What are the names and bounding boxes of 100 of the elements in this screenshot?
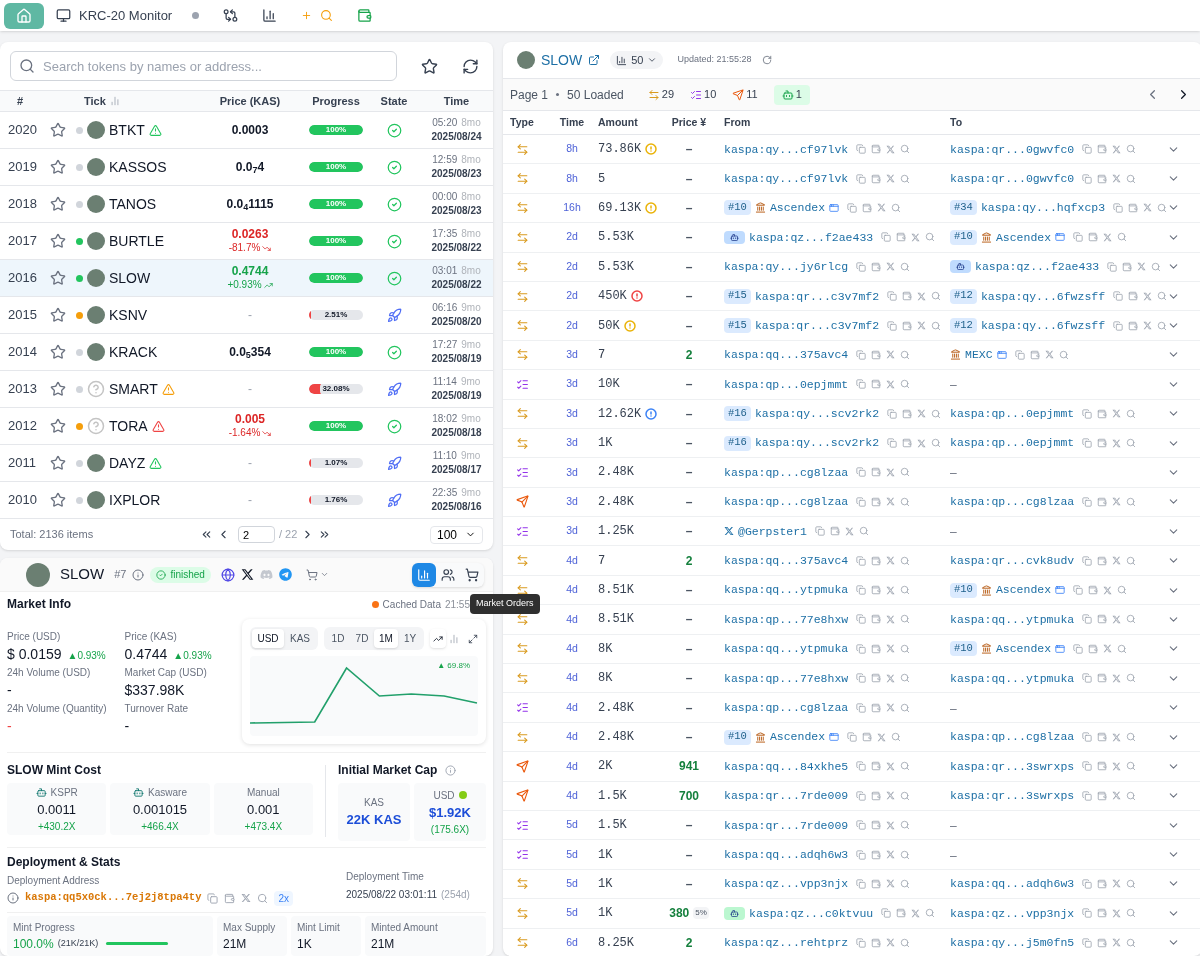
- twitter-link[interactable]: @Gerpster1: [738, 522, 807, 540]
- search-icon[interactable]: [1157, 291, 1168, 302]
- segment-tab[interactable]: 1M: [374, 629, 398, 649]
- search-icon[interactable]: [900, 849, 911, 860]
- search-icon[interactable]: [900, 555, 911, 566]
- address-link[interactable]: kaspa:qy...scv2rk2: [754, 434, 880, 452]
- exchange-link[interactable]: Ascendex: [769, 199, 826, 217]
- copy-icon[interactable]: [1082, 438, 1093, 449]
- search-icon[interactable]: [1126, 496, 1137, 507]
- wallet-icon[interactable]: [902, 408, 913, 419]
- copy-icon[interactable]: [856, 937, 867, 948]
- address-link[interactable]: kaspa:qp...cg8lzaa: [724, 699, 849, 717]
- info-icon[interactable]: [132, 568, 145, 581]
- search-icon[interactable]: [257, 892, 269, 904]
- favorite-star-icon[interactable]: [50, 418, 66, 434]
- wallet-icon[interactable]: [871, 261, 882, 272]
- search-icon[interactable]: [900, 173, 911, 184]
- segment-tab[interactable]: USD: [252, 629, 284, 649]
- copy-icon[interactable]: [1073, 585, 1084, 596]
- address-link[interactable]: kaspa:qr...c3v7mf2: [754, 287, 880, 305]
- copy-icon[interactable]: [1082, 496, 1093, 507]
- exchange-link[interactable]: MEXC: [965, 346, 993, 364]
- copy-icon[interactable]: [1014, 349, 1025, 360]
- address-link[interactable]: kaspa:qq...ytpmuka: [950, 610, 1075, 629]
- copy-icon[interactable]: [856, 761, 867, 772]
- address-link[interactable]: kaspa:qp...77e8hxw: [724, 669, 849, 687]
- page-size-select[interactable]: 100: [429, 525, 483, 544]
- exchange-link[interactable]: Ascendex: [995, 581, 1052, 599]
- wallet-icon[interactable]: [871, 761, 882, 772]
- token-row[interactable]: 2020 BTKT 0.0003 100% 05:20 8mo 2025/08/24: [0, 112, 493, 149]
- wallet-icon[interactable]: [896, 232, 907, 243]
- search-icon[interactable]: [900, 761, 911, 772]
- address-link[interactable]: kaspa:qr...3swrxps: [950, 787, 1075, 805]
- wallet-icon[interactable]: [1088, 643, 1099, 654]
- copy-icon[interactable]: [1073, 232, 1084, 243]
- copy-icon[interactable]: [847, 732, 858, 742]
- copy-icon[interactable]: [207, 892, 219, 904]
- wallet-icon[interactable]: [871, 144, 882, 155]
- window-icon[interactable]: [829, 202, 840, 213]
- address-link[interactable]: kaspa:qz...vpp3njx: [724, 875, 849, 893]
- wallet-icon[interactable]: [896, 908, 907, 919]
- copy-icon[interactable]: [1113, 202, 1124, 213]
- wallet-icon[interactable]: [871, 173, 882, 184]
- wallet-icon[interactable]: [1097, 937, 1108, 948]
- wallet-icon[interactable]: [871, 643, 882, 654]
- wallet-icon[interactable]: [1097, 732, 1108, 742]
- address-link[interactable]: kaspa:qr...0gwvfc0: [950, 169, 1075, 188]
- copy-icon[interactable]: [1082, 614, 1093, 625]
- search-icon[interactable]: [1126, 878, 1137, 889]
- address-link[interactable]: kaspa:qr...7rde009: [724, 816, 849, 834]
- search-icon[interactable]: [900, 643, 911, 654]
- search-icon[interactable]: [1126, 614, 1137, 625]
- wallet-icon[interactable]: [1029, 349, 1040, 360]
- favorite-star-icon[interactable]: [50, 455, 66, 471]
- type-count-chip[interactable]: 10: [690, 86, 717, 103]
- address-link[interactable]: kaspa:qp...0epjmmt: [724, 375, 849, 393]
- search-icon[interactable]: [931, 408, 942, 419]
- address-link[interactable]: kaspa:qy...scv2rk2: [754, 405, 880, 423]
- address-link[interactable]: kaspa:qq...ytpmuka: [724, 640, 849, 658]
- window-icon[interactable]: [1055, 643, 1066, 654]
- search-icon[interactable]: [931, 320, 942, 331]
- search-icon[interactable]: [1157, 320, 1168, 331]
- favorite-star-icon[interactable]: [50, 492, 66, 508]
- token-row[interactable]: 2013 SMART - 32.08% 11:14 9mo 2025/08/19: [0, 371, 493, 408]
- discord-icon[interactable]: [259, 568, 273, 582]
- wallet-icon[interactable]: [902, 438, 913, 449]
- wallet-icon[interactable]: [1128, 320, 1139, 331]
- segment-tab[interactable]: KAS: [284, 629, 316, 649]
- wallet-icon[interactable]: [871, 702, 882, 713]
- search-icon[interactable]: [900, 144, 911, 155]
- swap-icon[interactable]: [223, 8, 239, 23]
- search-icon[interactable]: [900, 585, 911, 596]
- wallet-icon[interactable]: [1097, 496, 1108, 507]
- copy-icon[interactable]: [1082, 761, 1093, 772]
- wallet-icon[interactable]: [871, 878, 882, 889]
- monitor-icon[interactable]: [56, 8, 71, 23]
- search-icon[interactable]: [1126, 173, 1137, 184]
- plus-icon[interactable]: [301, 10, 313, 21]
- address-link[interactable]: kaspa:qy...cf97lvk: [724, 140, 849, 158]
- search-icon[interactable]: [900, 467, 911, 478]
- wallet-icon[interactable]: [1088, 585, 1099, 596]
- search-icon[interactable]: [1126, 144, 1137, 155]
- sort-icon[interactable]: [109, 96, 120, 106]
- address-link[interactable]: kaspa:qq...84xkhe5: [724, 757, 849, 775]
- favorite-star-icon[interactable]: [50, 159, 66, 175]
- copy-icon[interactable]: [887, 438, 898, 449]
- search-icon[interactable]: [1117, 585, 1128, 596]
- cart-dropdown[interactable]: [305, 568, 329, 581]
- search-icon[interactable]: [900, 937, 911, 948]
- wallet-icon[interactable]: [871, 496, 882, 507]
- bar-chart-icon[interactable]: [262, 8, 278, 23]
- type-count-chip[interactable]: 29: [647, 86, 675, 103]
- wallet-icon[interactable]: [902, 291, 913, 302]
- wallet-icon[interactable]: [1097, 173, 1108, 184]
- chart-tab[interactable]: [412, 562, 436, 587]
- copy-icon[interactable]: [881, 232, 892, 243]
- search-icon[interactable]: [1126, 732, 1137, 742]
- search-icon[interactable]: [1157, 202, 1168, 213]
- favorite-star-icon[interactable]: [50, 381, 66, 397]
- wallet-icon[interactable]: [862, 732, 873, 742]
